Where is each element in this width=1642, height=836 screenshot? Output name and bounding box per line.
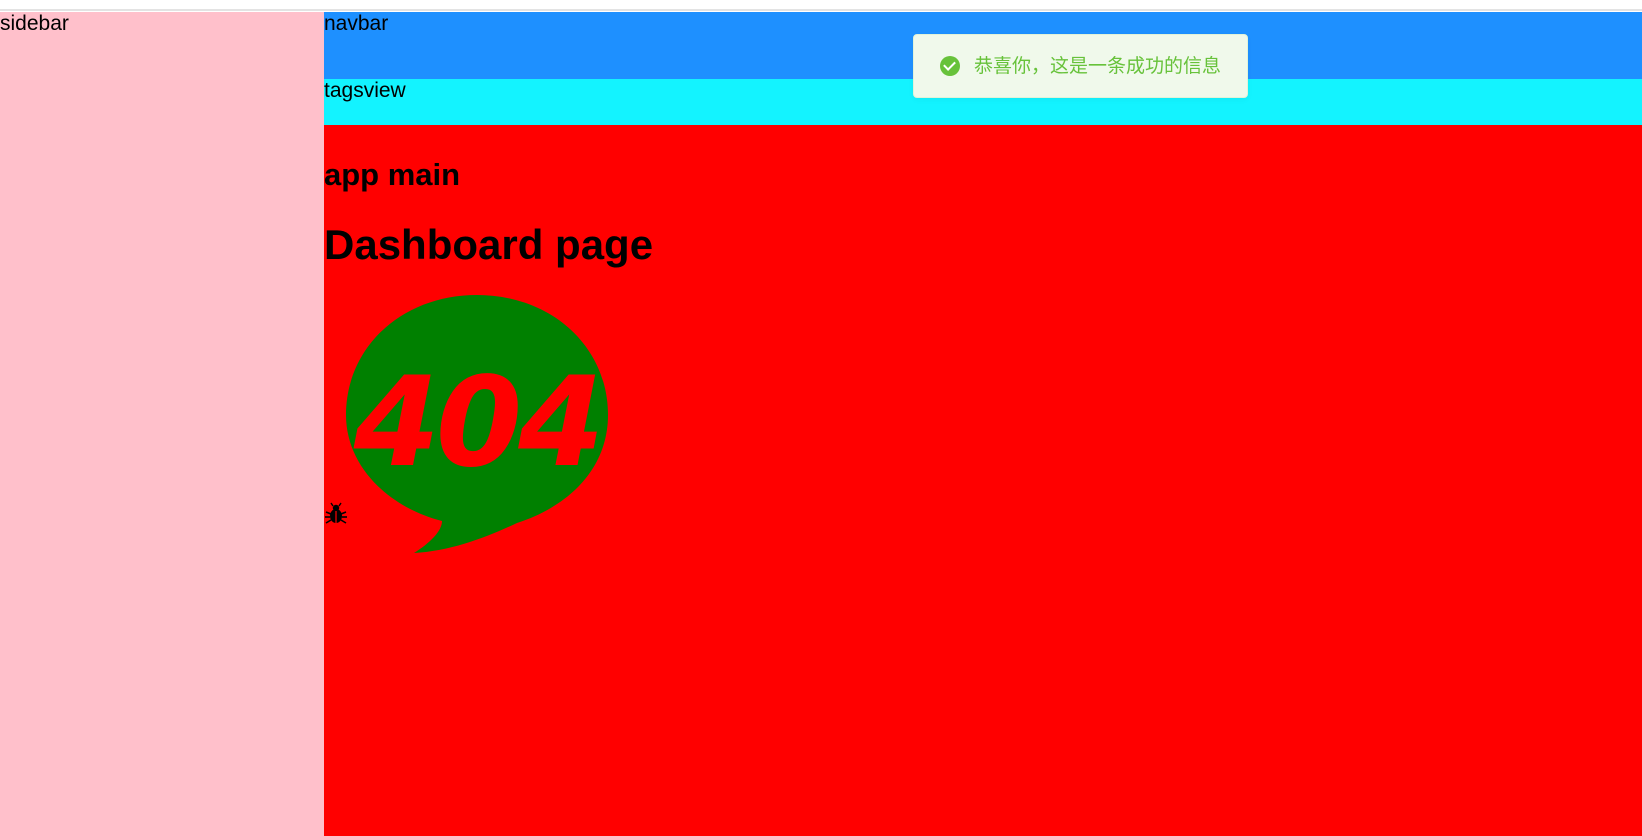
page-title: Dashboard page [324,221,654,268]
main-container: navbar tagsview app main Dashboard page … [324,12,1642,836]
app-main: app main Dashboard page 404 [324,125,1642,836]
message-text: 恭喜你，这是一条成功的信息 [974,55,1222,77]
sidebar-label: sidebar [0,12,69,35]
check-circle-icon [940,56,960,76]
navbar-label: navbar [324,12,389,35]
app-layout: sidebar navbar tagsview app main Dashboa… [0,12,1642,836]
tagsview-label: tagsview [324,79,406,102]
app-main-title: app main [324,157,461,192]
window-top-strip [0,0,1642,11]
sidebar: sidebar [0,12,324,836]
illustration-404-text: 404 [353,351,601,495]
speech-bubble-404-icon: 404 [346,295,608,553]
success-message-toast: 恭喜你，这是一条成功的信息 [913,34,1248,98]
bug-icon [325,502,347,524]
